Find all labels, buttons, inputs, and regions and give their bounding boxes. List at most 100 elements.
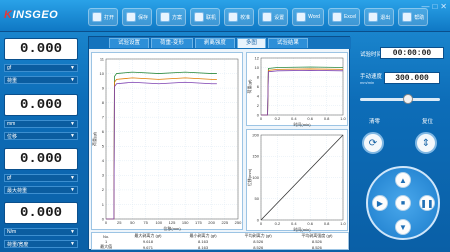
- chevron-down-icon: ▼: [70, 133, 75, 139]
- unit-select[interactable]: N/m ▼: [4, 228, 78, 236]
- app-window: KINSGEO 打开 保存 方案 联机 校准 设置 Word Excel 退出 帮助 — □ ✕ …: [0, 0, 450, 252]
- tab-2[interactable]: 剥离强度: [194, 38, 235, 48]
- y-tick-label: 8: [257, 74, 260, 79]
- pause-icon: ❚❚: [420, 198, 434, 208]
- x-tick-label: 1.0: [340, 221, 346, 226]
- save-icon: [126, 12, 137, 22]
- zero-label: 清零: [369, 119, 381, 125]
- x-tick-label: 150: [182, 220, 189, 225]
- tab-1[interactable]: 荷重-变形: [151, 38, 193, 48]
- sensor-value: 0.000: [4, 94, 78, 116]
- reset-button[interactable]: ⇕: [415, 132, 437, 154]
- minimize-button[interactable]: —: [421, 2, 429, 11]
- y-tick-label: 8: [102, 100, 105, 105]
- x-tick-label: 0.4: [291, 221, 297, 226]
- mode-select[interactable]: 位移 ▼: [4, 132, 78, 140]
- x-axis-label: 位移(mm): [163, 225, 181, 231]
- tab-3[interactable]: 多图: [236, 38, 266, 48]
- tab-0[interactable]: 试验设置: [109, 38, 150, 48]
- close-button[interactable]: ✕: [440, 2, 447, 11]
- toolbar-button-label: 帮助: [414, 14, 425, 21]
- unit-select[interactable]: gf ▼: [4, 64, 78, 72]
- toolbar-button-2[interactable]: 方案: [156, 8, 187, 26]
- chevron-down-icon: ▼: [70, 65, 75, 71]
- y-tick-label: 6: [102, 129, 105, 134]
- chart-svg: 012345678910110 25 50 75 100 125 150 175 200 225 2…: [91, 56, 242, 231]
- y-tick-label: 10: [100, 71, 105, 76]
- unit-select[interactable]: gf ▼: [4, 174, 78, 182]
- connect-icon: [194, 12, 205, 22]
- displacement-time-chart: 0 50 100 150 200 0 0.2 0.4 0.6 0.8 1.0 时间(min) 位移(mm…: [246, 129, 348, 232]
- main-panel: 试验设置 荷重-变形 剥离强度 多图 试验结果 0 1 2 3 4 5 6 7 8 9 10 11 0 25 50 7…: [88, 36, 351, 250]
- y-tick-label: 5: [102, 144, 105, 149]
- sensor-value: 0.000: [4, 202, 78, 224]
- mode-select[interactable]: 最大荷重 ▼: [4, 186, 78, 194]
- chart-svg: 0501001502000 0.2 0.4 0.6 0.8 1.0时间(min)位移(mm…: [246, 132, 347, 232]
- test-time-display: 00:00:00: [380, 47, 444, 59]
- series-line: [261, 68, 344, 116]
- unit-select[interactable]: mm ▼: [4, 120, 78, 128]
- x-tick-label: 0: [105, 220, 108, 225]
- toolbar-button-1[interactable]: 保存: [122, 8, 153, 26]
- series-line: [106, 77, 217, 220]
- calibrate-icon: [228, 12, 239, 22]
- toolbar-button-label: 打开: [104, 14, 115, 21]
- move-down-button[interactable]: ▼: [395, 219, 411, 235]
- series-line: [261, 66, 344, 116]
- reset-arrows-icon: ⇕: [421, 137, 431, 149]
- load-displacement-chart: 0 1 2 3 4 5 6 7 8 9 10 11 0 25 50 75 100 125 150 175 200 225 2…: [91, 52, 243, 231]
- x-tick-label: 0.4: [291, 116, 297, 121]
- x-tick-label: 225: [221, 220, 228, 225]
- maximize-button[interactable]: □: [432, 2, 437, 11]
- toolbar-button-label: Word: [308, 14, 320, 20]
- gear-icon: [262, 12, 273, 22]
- x-tick-label: 50: [130, 220, 135, 225]
- toolbar-button-6[interactable]: Word: [292, 8, 324, 26]
- toolbar-button-5[interactable]: 设置: [258, 8, 289, 26]
- x-tick-label: 0.6: [307, 116, 313, 121]
- x-tick-label: 200: [208, 220, 215, 225]
- jog-control: ▲ ▼ ▶ ❚❚ ■: [366, 166, 440, 240]
- tab-bar: 试验设置 荷重-变形 剥离强度 多图 试验结果: [89, 37, 351, 49]
- mode-select[interactable]: 荷重/宽度 ▼: [4, 240, 78, 248]
- y-tick-label: 2: [257, 103, 260, 108]
- arrow-up-icon: ▲: [399, 175, 407, 185]
- window-controls: — □ ✕: [421, 2, 447, 11]
- x-tick-label: 25: [117, 220, 122, 225]
- y-tick-label: 1: [102, 202, 105, 207]
- speed-slider-track[interactable]: [360, 98, 440, 101]
- x-axis-label: 时间(min): [293, 121, 311, 127]
- play-button[interactable]: ▶: [372, 195, 388, 211]
- tab-4[interactable]: 试验结果: [267, 38, 308, 48]
- y-axis-label: 荷重(gf): [247, 79, 252, 94]
- toolbar-button-8[interactable]: 退出: [364, 8, 395, 26]
- chevron-down-icon: ▼: [70, 175, 75, 181]
- y-axis-label: 位移(mm): [247, 168, 252, 186]
- series-line: [106, 71, 217, 220]
- toolbar-button-label: 设置: [274, 14, 285, 21]
- toolbar-button-3[interactable]: 联机: [190, 8, 221, 26]
- pause-button[interactable]: ❚❚: [419, 195, 435, 211]
- speed-unit-label: mm/min: [360, 80, 375, 85]
- speed-slider-thumb[interactable]: [403, 94, 413, 104]
- chevron-down-icon: ▼: [70, 187, 75, 193]
- y-tick-label: 4: [102, 158, 105, 163]
- toolbar-button-4[interactable]: 校准: [224, 8, 255, 26]
- toolbar-button-0[interactable]: 打开: [88, 8, 119, 26]
- zero-button[interactable]: ⟳: [362, 132, 384, 154]
- sensor-value: 0.000: [4, 38, 78, 60]
- stop-button[interactable]: ■: [395, 195, 411, 211]
- toolbar-button-7[interactable]: Excel: [327, 8, 361, 26]
- chevron-down-icon: ▼: [70, 121, 75, 127]
- y-tick-label: 200: [252, 132, 259, 137]
- mode-select[interactable]: 荷重 ▼: [4, 76, 78, 84]
- move-up-button[interactable]: ▲: [395, 172, 411, 188]
- y-tick-label: 11: [100, 56, 105, 61]
- manual-speed-input[interactable]: 300.000: [384, 72, 440, 84]
- y-tick-label: 100: [252, 175, 259, 180]
- scheme-icon: [160, 12, 171, 22]
- results-table: No. 最大剥离力 (gf) 最小剥离力 (gf) 平均剥离力 (gf) 平均剥离强度 …: [91, 232, 349, 250]
- toolbar: 打开 保存 方案 联机 校准 设置 Word Excel 退出 帮助: [88, 8, 429, 28]
- y-axis-label: 荷重(gf): [92, 131, 97, 146]
- x-tick-label: 250: [235, 220, 242, 225]
